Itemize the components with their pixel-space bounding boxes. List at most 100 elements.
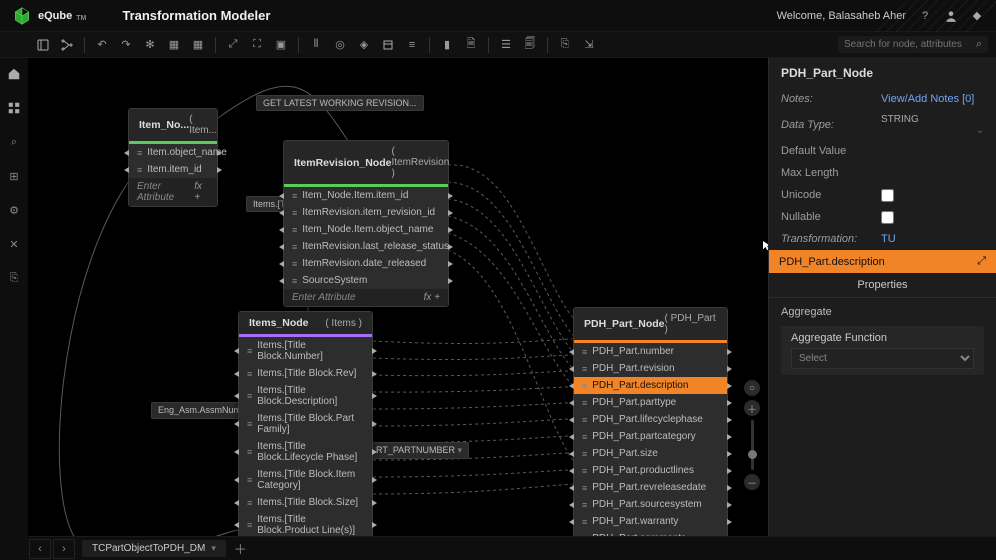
port-in-icon[interactable] [569,417,574,423]
tool-tree-icon[interactable] [56,35,78,55]
tool-db-icon[interactable] [377,35,399,55]
port-out-icon[interactable] [727,451,732,457]
port-in-icon[interactable] [569,502,574,508]
port-out-icon[interactable] [448,193,453,199]
port-out-icon[interactable] [217,150,222,156]
port-out-icon[interactable] [727,485,732,491]
tool-collapse-icon[interactable]: ⤢ [222,35,244,55]
search-input[interactable] [844,39,976,50]
node-row[interactable]: ≡Items.[Title Block.Size] [239,494,372,511]
port-out-icon[interactable] [727,519,732,525]
prop-notes-link[interactable]: View/Add Notes [0] [881,93,974,105]
node-pdh-part[interactable]: PDH_Part_Node( PDH_Part ) ≡PDH_Part.numb… [573,307,728,536]
port-out-icon[interactable] [727,502,732,508]
node-row[interactable]: ≡PDH_Part.lifecyclephase [574,411,727,428]
node-row[interactable]: ≡Item.item_id [129,161,217,178]
tool-cube-icon[interactable]: ◈ [353,35,375,55]
port-in-icon[interactable] [124,167,129,173]
node-items[interactable]: Items_Node( Items ) ≡Items.[Title Block.… [238,311,373,536]
port-in-icon[interactable] [569,468,574,474]
prop-unicode-checkbox[interactable] [881,189,894,202]
tool-redo-icon[interactable]: ↷ [115,35,137,55]
tool-note-icon[interactable]: ▮ [436,35,458,55]
port-in-icon[interactable] [234,393,239,399]
port-in-icon[interactable] [569,451,574,457]
port-in-icon[interactable] [279,210,284,216]
nav-tools-icon[interactable]: ✕ [6,236,22,252]
node-item-footer[interactable]: Enter Attribute [137,181,194,203]
prop-datatype-value[interactable]: STRING ⌄ [881,114,984,136]
port-out-icon[interactable] [372,522,377,528]
port-out-icon[interactable] [372,477,377,483]
port-out-icon[interactable] [448,210,453,216]
port-out-icon[interactable] [372,449,377,455]
panel-selected-attr[interactable]: PDH_Part.description⤢ [769,250,996,273]
tool-bars-icon[interactable]: ≡ [401,35,423,55]
expand-icon[interactable]: ⤢ [977,255,986,268]
tool-fit-icon[interactable]: ▣ [270,35,292,55]
fx-icon[interactable]: fx + [424,292,440,303]
zoom-slider[interactable] [751,420,754,470]
node-row[interactable]: ≡PDH_Part.warranty [574,513,727,530]
zoom-control[interactable]: ○ ＋ － [744,380,760,490]
tab-add-icon[interactable]: ＋ [234,539,247,558]
port-in-icon[interactable] [234,449,239,455]
port-out-icon[interactable] [372,500,377,506]
tool-export-icon[interactable]: ⇲ [578,35,600,55]
tab-current[interactable]: TCPartObjectToPDH_DM▾ [82,540,226,557]
node-row[interactable]: ≡Items.[Title Block.Number] [239,337,372,365]
tool-grid1-icon[interactable]: ▦ [163,35,185,55]
port-in-icon[interactable] [234,522,239,528]
node-row[interactable]: ≡Items.[Title Block.Rev] [239,365,372,382]
search-icon[interactable]: ⌕ [976,38,982,51]
tool-doc-icon[interactable]: 🗎 [460,35,482,55]
brand-logo[interactable]: eQube TM [12,6,86,26]
node-row[interactable]: ≡Items.[Title Block.Description] [239,382,372,410]
port-out-icon[interactable] [448,244,453,250]
tool-stack2-icon[interactable]: 🗐 [519,35,541,55]
port-in-icon[interactable] [569,349,574,355]
port-in-icon[interactable] [279,278,284,284]
port-in-icon[interactable] [569,519,574,525]
tool-undo-icon[interactable]: ↶ [91,35,113,55]
node-row[interactable]: ≡ItemRevision.item_revision_id [284,204,448,221]
nav-search-icon[interactable]: ⌕ [6,134,22,150]
port-in-icon[interactable] [234,421,239,427]
tool-align1-icon[interactable]: ⫴ [305,35,327,55]
port-in-icon[interactable] [234,477,239,483]
port-out-icon[interactable] [727,366,732,372]
zoom-in-icon[interactable]: ＋ [744,400,760,416]
prop-nullable-checkbox[interactable] [881,211,894,224]
port-out-icon[interactable] [727,417,732,423]
port-in-icon[interactable] [234,371,239,377]
tool-link-icon[interactable]: ⎘ [554,35,576,55]
tool-panel-icon[interactable] [32,35,54,55]
port-in-icon[interactable] [569,434,574,440]
node-item[interactable]: Item_No...( Item... ≡Item.object_name≡It… [128,108,218,207]
port-in-icon[interactable] [569,485,574,491]
nav-home-icon[interactable] [6,66,22,82]
tool-expand-icon[interactable]: ⛶ [246,35,268,55]
port-out-icon[interactable] [217,167,222,173]
port-out-icon[interactable] [372,421,377,427]
port-in-icon[interactable] [124,150,129,156]
nav-exit-icon[interactable]: ⎘ [6,270,22,286]
node-row[interactable]: ≡ItemRevision.date_released [284,255,448,272]
node-row[interactable]: ≡PDH_Part.number [574,343,727,360]
node-row[interactable]: ≡PDH_Part.size [574,445,727,462]
port-in-icon[interactable] [279,193,284,199]
port-in-icon[interactable] [569,366,574,372]
port-out-icon[interactable] [372,348,377,354]
graph-canvas[interactable]: GET LATEST WORKING REVISION... Items.[Ti… [28,58,768,536]
tool-grid2-icon[interactable]: ▦ [187,35,209,55]
node-row[interactable]: ≡PDH_Part.description [574,377,727,394]
port-out-icon[interactable] [448,227,453,233]
node-row[interactable]: ≡Item_Node.Item.item_id [284,187,448,204]
node-row[interactable]: ≡Item_Node.Item.object_name [284,221,448,238]
port-in-icon[interactable] [234,348,239,354]
chevron-down-icon[interactable]: ▾ [211,543,216,554]
tool-gear-icon[interactable]: ✻ [139,35,161,55]
port-out-icon[interactable] [727,434,732,440]
nav-settings-icon[interactable]: ⚙ [6,202,22,218]
aggregate-fn-select[interactable]: Select [791,348,974,369]
